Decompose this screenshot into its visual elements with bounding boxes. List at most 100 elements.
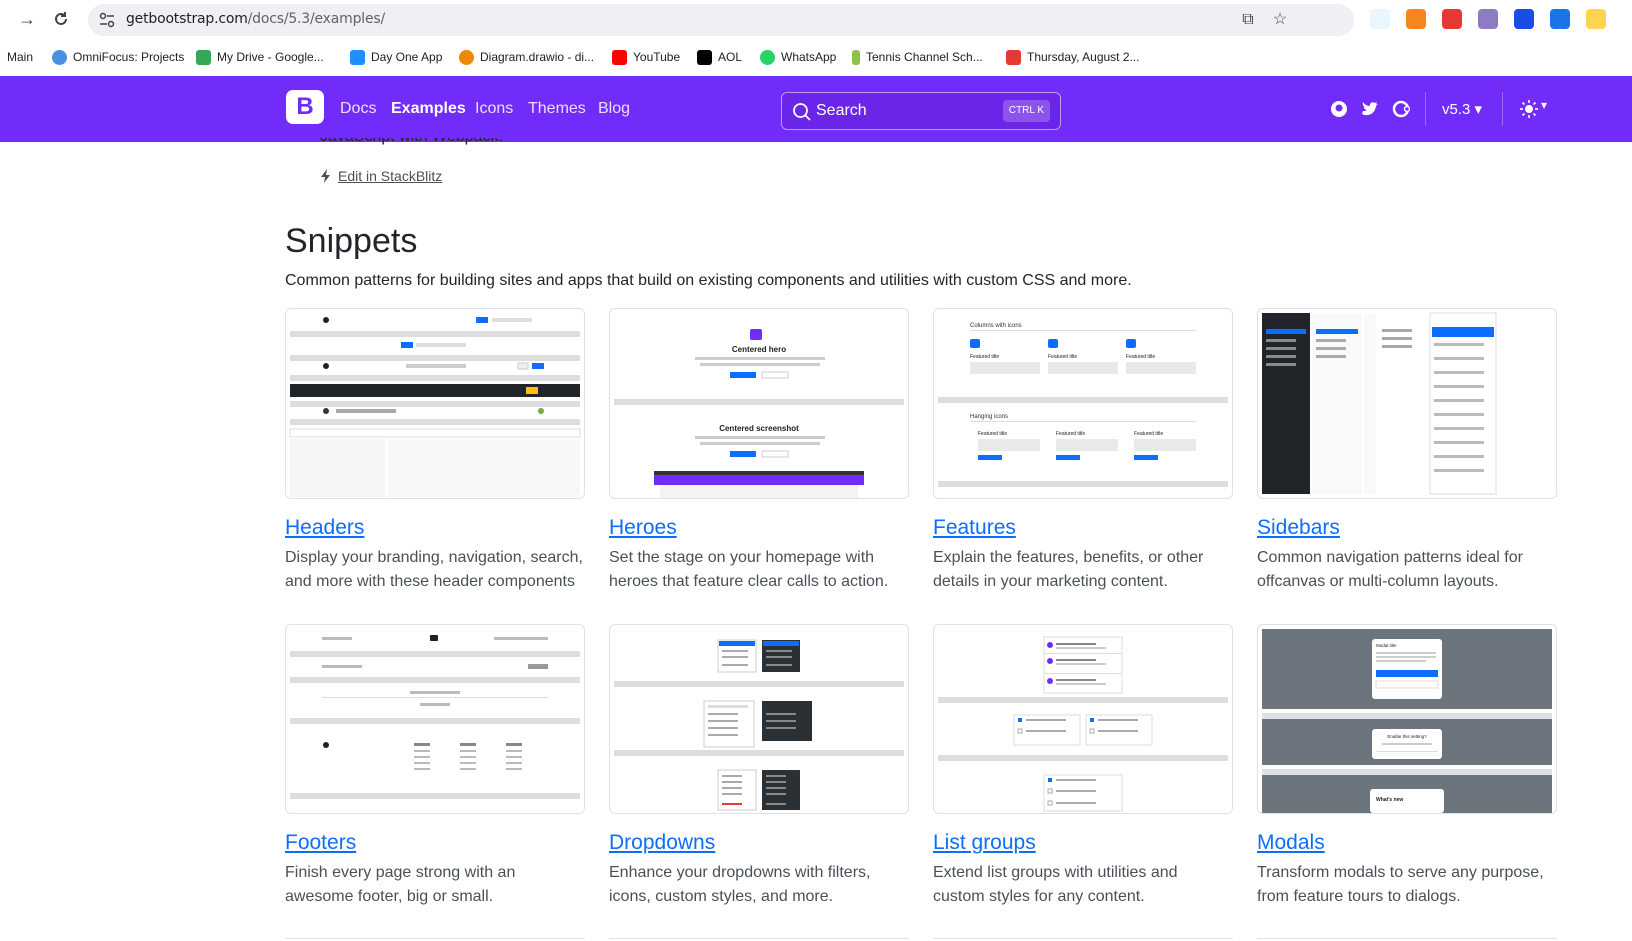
bookmark-item[interactable]: Tennis Channel Sch... <box>852 48 983 66</box>
nav-link-examples[interactable]: Examples <box>391 100 466 118</box>
forward-icon[interactable]: → <box>16 8 38 30</box>
sidebars-thumbnail[interactable] <box>1257 308 1557 499</box>
modal-thumb-whats-new: What's new <box>1376 797 1403 803</box>
section-lead: Common patterns for building sites and a… <box>285 272 1132 289</box>
bookmark-item[interactable]: Diagram.drawio - di... <box>459 48 594 66</box>
snippet-card-headers: Headers Display your branding, navigatio… <box>285 308 585 594</box>
extension-icon[interactable] <box>1370 9 1390 29</box>
omnifocus-icon <box>52 49 67 65</box>
url-text: getbootstrap.com/docs/5.3/examples/ <box>126 11 385 27</box>
tennis-channel-icon <box>852 49 860 65</box>
dropdowns-thumbnail[interactable] <box>609 624 909 814</box>
nav-link-blog[interactable]: Blog <box>598 100 630 118</box>
card-title-dropdowns[interactable]: Dropdowns <box>609 831 909 855</box>
whatsapp-icon <box>760 49 775 65</box>
search-shortcut: CTRL K <box>1002 100 1050 122</box>
bookmark-item[interactable]: My Drive - Google... <box>196 48 324 66</box>
extension-icon[interactable] <box>1586 9 1606 29</box>
section-title: Snippets <box>285 222 418 260</box>
theme-dropdown-caret-icon[interactable]: ▾ <box>1541 98 1547 112</box>
bookmark-star-icon[interactable]: ☆ <box>1270 10 1290 30</box>
bookmark-item[interactable]: OmniFocus: Projects <box>52 48 184 66</box>
svg-text:Featured title: Featured title <box>1048 354 1077 360</box>
card-desc-heroes: Set the stage on your homepage with hero… <box>609 549 889 590</box>
edit-in-stackblitz-link[interactable]: Edit in StackBlitz <box>320 168 442 184</box>
card-title-list-groups[interactable]: List groups <box>933 831 1233 855</box>
headers-thumbnail[interactable] <box>285 308 585 499</box>
hero-thumb-title: Centered hero <box>732 345 786 354</box>
card-title-heroes[interactable]: Heroes <box>609 516 909 540</box>
bootstrap-logo[interactable]: B <box>286 90 324 124</box>
snippet-card-dropdowns: Dropdowns Enhance your dropdowns with fi… <box>609 624 909 909</box>
lightning-icon <box>321 169 330 183</box>
card-desc-modals: Transform modals to serve any purpose, f… <box>1257 864 1544 905</box>
search-icon <box>792 102 812 122</box>
list-groups-thumbnail[interactable] <box>933 624 1233 814</box>
install-app-icon[interactable]: ⧉ <box>1238 10 1258 30</box>
nav-link-themes[interactable]: Themes <box>528 100 586 118</box>
hero-thumb-screenshot: Centered screenshot <box>719 424 799 433</box>
reload-icon[interactable] <box>50 8 72 30</box>
card-title-headers[interactable]: Headers <box>285 516 585 540</box>
youtube-icon <box>612 49 627 65</box>
heroes-thumbnail[interactable]: Centered hero Centered screenshot <box>609 308 909 499</box>
bookmarks-bar: Main OmniFocus: Projects My Drive - Goog… <box>0 40 1632 74</box>
features-thumbnail[interactable]: Columns with icons Featured title Featur… <box>933 308 1233 499</box>
bookmark-item[interactable]: Thursday, August 2... <box>1006 48 1140 66</box>
navbar-divider <box>1425 92 1426 126</box>
metamask-icon[interactable] <box>1406 9 1426 29</box>
day-one-icon <box>350 49 365 65</box>
github-icon[interactable] <box>1330 100 1348 118</box>
svg-text:Featured title: Featured title <box>970 354 999 360</box>
bookmark-item[interactable]: Main <box>7 48 33 66</box>
card-title-modals[interactable]: Modals <box>1257 831 1557 855</box>
card-desc-dropdowns: Enhance your dropdowns with filters, ico… <box>609 864 871 905</box>
card-desc-list-groups: Extend list groups with utilities and cu… <box>933 864 1178 905</box>
snippet-card-list-groups: List groups Extend list groups with util… <box>933 624 1233 909</box>
modals-thumbnail[interactable]: Modal title Enable this setting? What's … <box>1257 624 1557 814</box>
svg-text:Featured title: Featured title <box>1134 431 1163 437</box>
google-drive-icon <box>196 49 211 65</box>
browser-toolbar: → getbootstrap.com/docs/5.3/examples/ ⧉ … <box>0 0 1632 38</box>
opencollective-icon[interactable] <box>1392 100 1411 118</box>
snippet-card-footers: Footers Finish every page strong with an… <box>285 624 585 909</box>
modal-thumb-title: Modal title <box>1376 643 1397 648</box>
search-input[interactable]: Search CTRL K <box>781 92 1061 130</box>
bookmark-item[interactable]: AOL <box>697 48 742 66</box>
svg-text:Featured title: Featured title <box>1056 431 1085 437</box>
bookmark-item[interactable]: Day One App <box>350 48 442 66</box>
snippet-card-features: Columns with icons Featured title Featur… <box>933 308 1233 594</box>
features-thumb-heading: Columns with icons <box>970 323 1022 329</box>
footers-thumbnail[interactable] <box>285 624 585 814</box>
theme-toggle-sun-icon[interactable] <box>1520 100 1538 118</box>
snippet-card-modals: Modal title Enable this setting? What's … <box>1257 624 1557 909</box>
extension-icon[interactable] <box>1478 9 1498 29</box>
modal-thumb-setting: Enable this setting? <box>1387 734 1427 739</box>
snippet-card-heroes: Centered hero Centered screenshot Heroes… <box>609 308 909 594</box>
nav-link-docs[interactable]: Docs <box>340 100 376 118</box>
card-desc-footers: Finish every page strong with an awesome… <box>285 864 516 905</box>
card-desc-features: Explain the features, benefits, or other… <box>933 549 1204 590</box>
extension-icon[interactable] <box>1550 9 1570 29</box>
shield-icon[interactable] <box>1514 9 1534 29</box>
aol-icon <box>697 49 712 65</box>
site-info-icon[interactable] <box>98 11 116 29</box>
features-thumb-heading-2: Hanging icons <box>970 414 1008 420</box>
card-title-sidebars[interactable]: Sidebars <box>1257 516 1557 540</box>
drawio-icon <box>459 49 474 65</box>
navbar-divider <box>1502 92 1503 126</box>
search-placeholder: Search <box>816 102 867 119</box>
twitter-icon[interactable] <box>1361 100 1379 118</box>
bookmark-item[interactable]: YouTube <box>612 48 680 66</box>
card-desc-sidebars: Common navigation patterns ideal for off… <box>1257 549 1523 590</box>
card-title-footers[interactable]: Footers <box>285 831 585 855</box>
card-desc-headers: Display your branding, navigation, searc… <box>285 549 583 590</box>
extension-icon[interactable] <box>1442 9 1462 29</box>
version-dropdown[interactable]: v5.3 ▾ <box>1442 100 1482 118</box>
bookmark-item[interactable]: WhatsApp <box>760 48 836 66</box>
site-navbar: B Docs Examples Icons Themes Blog Search… <box>0 76 1632 142</box>
card-title-features[interactable]: Features <box>933 516 1233 540</box>
nav-link-icons[interactable]: Icons <box>475 100 513 118</box>
snippet-card-sidebars: Sidebars Common navigation patterns idea… <box>1257 308 1557 594</box>
address-bar[interactable]: getbootstrap.com/docs/5.3/examples/ ⧉ ☆ <box>88 4 1354 36</box>
